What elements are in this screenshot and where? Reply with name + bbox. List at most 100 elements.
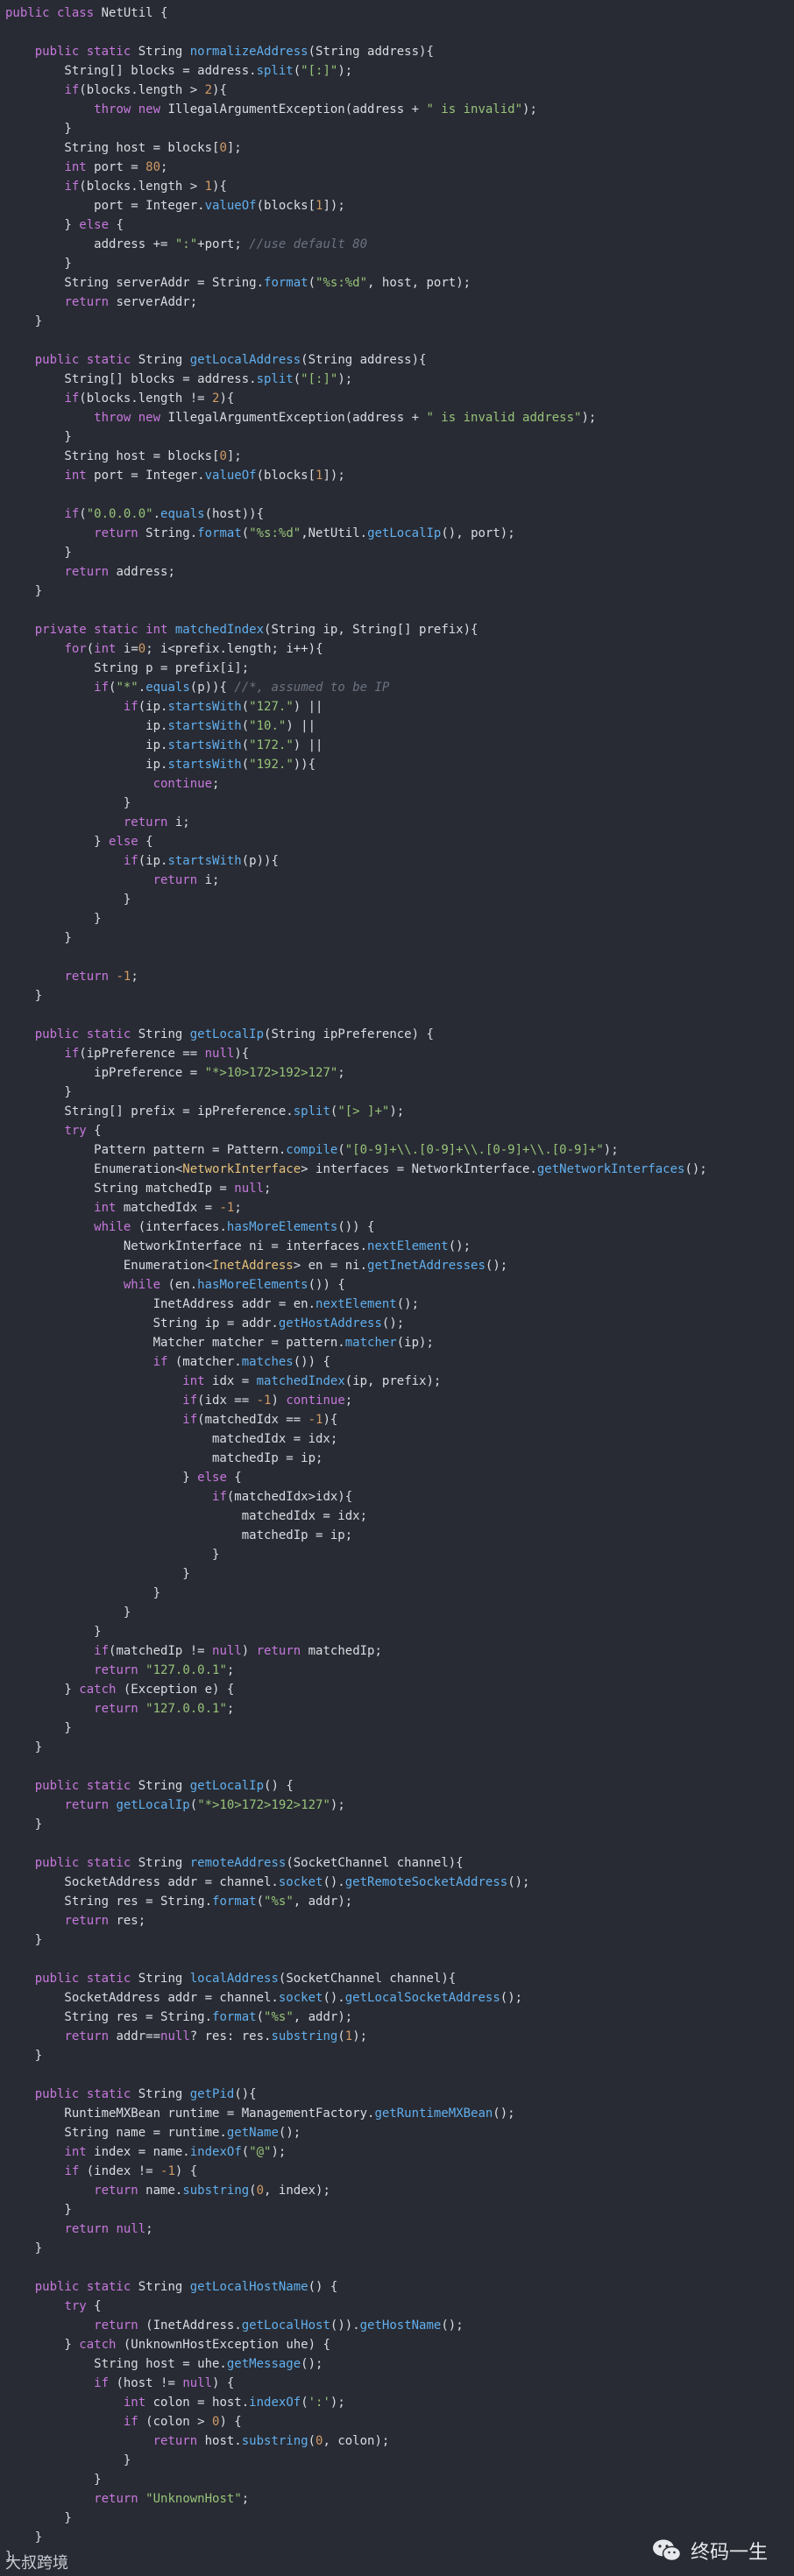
- code-line: public static String localAddress(Socket…: [34, 1972, 457, 1986]
- code-line: }: [5, 2241, 43, 2255]
- code-line: return addr==null? res: res.substring(1)…: [64, 2029, 368, 2043]
- code-line: Pattern pattern = Pattern.compile("[0-9]…: [5, 1143, 619, 1157]
- code-line: }: [5, 1625, 102, 1639]
- code-line: public static String getLocalIp(String i…: [34, 1027, 434, 1041]
- code-line: }: [5, 1548, 220, 1562]
- code-line: }: [5, 2473, 102, 2487]
- code-line: }: [5, 122, 72, 136]
- code-line: try {: [64, 2299, 102, 2313]
- code-line: if(matchedIp != null) return matchedIp;: [94, 1644, 382, 1658]
- code-line: Enumeration<NetworkInterface> interfaces…: [5, 1162, 707, 1176]
- code-line: }: [5, 1817, 43, 1831]
- watermark-right: 终码一生: [652, 2537, 768, 2565]
- code-line: if(matchedIdx>idx){: [212, 1490, 353, 1504]
- code-line: } catch (Exception e) {: [5, 1683, 235, 1697]
- code-line: } else {: [5, 218, 124, 232]
- code-line: }: [5, 584, 43, 598]
- code-line: int port = Integer.valueOf(blocks[1]);: [64, 469, 345, 483]
- code-line: int index = name.indexOf("@");: [64, 2145, 287, 2159]
- code-line: }: [5, 2203, 72, 2217]
- code-line: matchedIdx = idx;: [5, 1509, 368, 1523]
- code-line: public static String getLocalAddress(Str…: [34, 353, 427, 367]
- code-line: }: [5, 989, 43, 1003]
- code-line: RuntimeMXBean runtime = ManagementFactor…: [5, 2107, 515, 2121]
- code-line: }: [5, 931, 72, 945]
- code-line: return null;: [64, 2222, 153, 2236]
- code-line: return String.format("%s:%d",NetUtil.get…: [94, 526, 515, 540]
- code-line: }: [5, 1586, 161, 1600]
- code-line: return getLocalIp("*>10>172>192>127");: [64, 1798, 345, 1812]
- code-line: }: [5, 1085, 72, 1099]
- code-line: if(ip.startsWith("127.") ||: [123, 700, 323, 714]
- code-line: throw new IllegalArgumentException(addre…: [94, 102, 537, 116]
- code-line: matchedIp = ip;: [5, 1528, 353, 1542]
- code-line: int matchedIdx = -1;: [94, 1201, 242, 1215]
- code-line: ipPreference = "*>10>172>192>127";: [5, 1066, 345, 1080]
- code-line: ip.startsWith("10.") ||: [5, 719, 316, 733]
- code-line: }: [5, 912, 102, 926]
- code-block: public class NetUtil { public static Str…: [5, 4, 790, 2566]
- code-line: return "127.0.0.1";: [94, 1702, 235, 1716]
- wechat-icon: [652, 2538, 682, 2563]
- code-line: ip.startsWith("172.") ||: [5, 738, 323, 752]
- code-line: if(idx == -1) continue;: [182, 1394, 353, 1408]
- code-line: address += ":"+port; //use default 80: [5, 237, 368, 251]
- code-line: return "127.0.0.1";: [94, 1663, 235, 1677]
- code-line: while (interfaces.hasMoreElements()) {: [94, 1220, 375, 1234]
- code-line: } else {: [5, 1471, 242, 1485]
- code-line: private static int matchedIndex(String i…: [34, 623, 479, 637]
- code-line: if(ipPreference == null){: [64, 1047, 250, 1061]
- code-line: for(int i=0; i<prefix.length; i++){: [64, 642, 323, 656]
- code-line: if(blocks.length > 1){: [64, 180, 227, 194]
- code-line: String matchedIp = null;: [5, 1182, 272, 1196]
- code-line: return name.substring(0, index);: [94, 2184, 330, 2198]
- code-line: String[] blocks = address.split("[:]");: [5, 64, 353, 78]
- code-line: SocketAddress addr = channel.socket().ge…: [5, 1875, 530, 1889]
- code-line: if (index != -1) {: [64, 2164, 198, 2178]
- watermark-right-text: 终码一生: [690, 2542, 768, 2564]
- code-line: ip.startsWith("192.")){: [5, 758, 316, 772]
- code-line: public static String normalizeAddress(St…: [34, 45, 434, 59]
- code-line: }: [5, 1606, 131, 1620]
- code-line: SocketAddress addr = channel.socket().ge…: [5, 1991, 523, 2005]
- code-line: return address;: [64, 565, 175, 579]
- code-line: } else {: [5, 835, 153, 849]
- code-line: if (host != null) {: [94, 2376, 235, 2390]
- code-line: public static String getLocalIp() {: [34, 1779, 294, 1793]
- code-line: if (colon > 0) {: [123, 2415, 242, 2429]
- code-line: }: [5, 796, 131, 810]
- code-line: try {: [64, 1124, 102, 1138]
- code-line: String[] prefix = ipPreference.split("[>…: [5, 1105, 405, 1119]
- code-line: public static String getLocalHostName() …: [34, 2280, 338, 2294]
- code-line: if("*".equals(p)){ //*, assumed to be IP: [94, 681, 390, 695]
- code-line: port = Integer.valueOf(blocks[1]);: [5, 199, 345, 213]
- code-line: if(matchedIdx == -1){: [182, 1413, 338, 1427]
- code-line: int colon = host.indexOf(':');: [123, 2396, 345, 2410]
- code-line: return (InetAddress.getLocalHost()).getH…: [94, 2318, 464, 2333]
- code-line: String p = prefix[i];: [5, 661, 250, 675]
- code-line: return -1;: [64, 970, 138, 984]
- code-line: }: [5, 1933, 43, 1947]
- code-line: continue;: [152, 777, 220, 791]
- code-line: }: [5, 1740, 43, 1754]
- code-line: String res = String.format("%s", addr);: [5, 1895, 353, 1909]
- code-line: NetworkInterface ni = interfaces.nextEle…: [5, 1239, 471, 1253]
- code-line: } catch (UnknownHostException uhe) {: [5, 2338, 330, 2352]
- code-line: }: [5, 2453, 131, 2467]
- code-line: String serverAddr = String.format("%s:%d…: [5, 276, 471, 290]
- code-line: if(blocks.length != 2){: [64, 392, 235, 406]
- code-line: }: [5, 430, 72, 444]
- code-line: matchedIdx = idx;: [5, 1432, 338, 1446]
- code-line: return res;: [64, 1914, 146, 1928]
- code-line: matchedIp = ip;: [5, 1451, 323, 1465]
- code-line: }: [5, 1721, 72, 1735]
- code-line: if(ip.startsWith(p)){: [123, 854, 279, 868]
- code-line: String res = String.format("%s", addr);: [5, 2010, 353, 2024]
- code-line: return i;: [123, 815, 190, 829]
